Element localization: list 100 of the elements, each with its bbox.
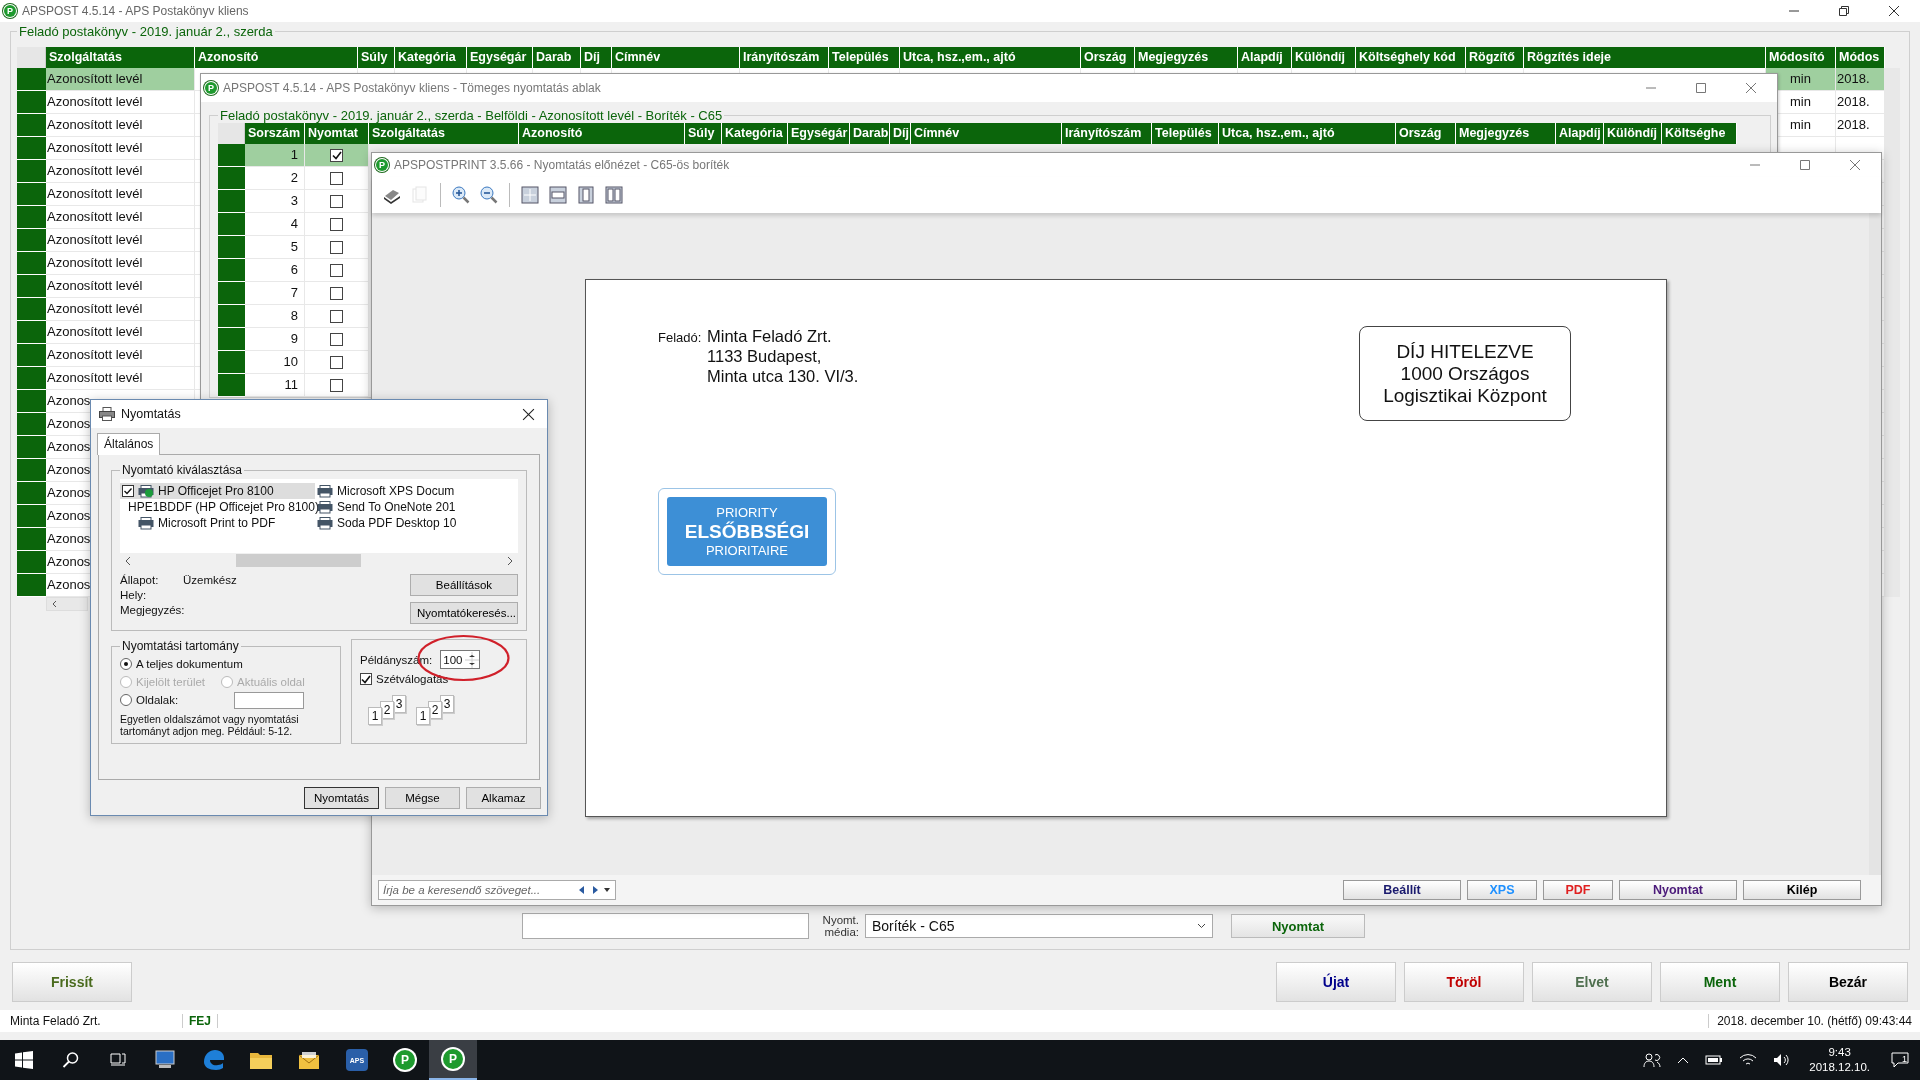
- settings-button[interactable]: Beállítások: [410, 574, 518, 596]
- clock-time[interactable]: 9:43: [1828, 1045, 1851, 1060]
- column-header[interactable]: Költséghe: [1662, 123, 1737, 144]
- column-header[interactable]: Címnév: [911, 123, 1062, 144]
- preview-button[interactable]: Kilép: [1743, 880, 1861, 900]
- column-header[interactable]: Súly: [358, 47, 395, 68]
- navigation-arrows-icon[interactable]: [579, 886, 611, 894]
- row-header[interactable]: [17, 114, 46, 137]
- row-header[interactable]: [218, 282, 245, 305]
- vertical-scrollbar[interactable]: [1869, 213, 1881, 875]
- column-header[interactable]: Egységár: [788, 123, 850, 144]
- column-header[interactable]: Azonosító: [195, 47, 358, 68]
- row-header[interactable]: [17, 275, 46, 298]
- scroll-left-icon[interactable]: [51, 600, 57, 608]
- folder-icon[interactable]: [249, 1050, 273, 1070]
- print-checkbox[interactable]: [330, 240, 343, 254]
- row-header[interactable]: [17, 298, 46, 321]
- row-header[interactable]: [218, 374, 245, 397]
- print-checkbox[interactable]: [330, 194, 343, 208]
- row-header[interactable]: [17, 160, 46, 183]
- column-header[interactable]: Rögzítés ideje: [1524, 47, 1766, 68]
- row-header[interactable]: [17, 436, 46, 459]
- action-button[interactable]: Újat: [1276, 962, 1396, 1002]
- zoom-out-icon[interactable]: [479, 185, 499, 205]
- row-header[interactable]: [17, 482, 46, 505]
- refresh-button[interactable]: Frissít: [12, 962, 132, 1002]
- print-checkbox[interactable]: [330, 309, 343, 323]
- row-header[interactable]: [17, 137, 46, 160]
- row-header[interactable]: [218, 236, 245, 259]
- column-header[interactable]: Darab: [850, 123, 890, 144]
- row-header[interactable]: [17, 91, 46, 114]
- two-pages-icon[interactable]: [604, 185, 624, 205]
- default-checkbox[interactable]: [122, 485, 134, 497]
- column-header[interactable]: Módos: [1836, 47, 1885, 68]
- volume-icon[interactable]: [1773, 1053, 1792, 1067]
- row-header[interactable]: [17, 252, 46, 275]
- start-icon[interactable]: [15, 1051, 33, 1069]
- row-header[interactable]: [17, 459, 46, 482]
- row-header[interactable]: [218, 213, 245, 236]
- column-header[interactable]: Megjegyzés: [1456, 123, 1556, 144]
- preview-button[interactable]: Nyomtat: [1619, 880, 1737, 900]
- column-header[interactable]: Módosító: [1766, 47, 1836, 68]
- column-header[interactable]: Irányítószám: [740, 47, 829, 68]
- vertical-scrollbar[interactable]: [1885, 68, 1900, 597]
- spinner-icon[interactable]: [465, 651, 480, 668]
- chevron-up-icon[interactable]: [1677, 1056, 1690, 1064]
- column-header[interactable]: Különdíj: [1604, 123, 1662, 144]
- action-button[interactable]: Töröl: [1404, 962, 1524, 1002]
- fit-page-icon[interactable]: [520, 185, 540, 205]
- column-header[interactable]: Díj: [581, 47, 612, 68]
- column-header[interactable]: Egységár: [467, 47, 533, 68]
- radio-option[interactable]: Oldalak:: [120, 694, 179, 706]
- column-header[interactable]: Sorszám: [245, 123, 305, 144]
- restore-icon[interactable]: [1838, 5, 1850, 17]
- input-field[interactable]: [522, 913, 809, 939]
- monitor-icon[interactable]: [153, 1049, 177, 1071]
- print-checkbox[interactable]: [330, 148, 343, 162]
- column-header[interactable]: Darab: [533, 47, 581, 68]
- row-header[interactable]: [17, 574, 46, 597]
- column-header[interactable]: Irányítószám: [1062, 123, 1152, 144]
- collate-checkbox[interactable]: Szétválogatás: [360, 673, 449, 685]
- notification-icon[interactable]: [1891, 1052, 1909, 1068]
- column-header[interactable]: Utca, hsz.,em., ajtó: [1219, 123, 1396, 144]
- row-header[interactable]: [17, 367, 46, 390]
- print-checkbox[interactable]: [330, 286, 343, 300]
- preview-button[interactable]: PDF: [1543, 880, 1613, 900]
- printer-item[interactable]: HP Officejet Pro 8100: [120, 483, 315, 499]
- row-header[interactable]: [17, 551, 46, 574]
- wifi-icon[interactable]: [1739, 1053, 1758, 1067]
- mail-icon[interactable]: [297, 1050, 321, 1070]
- column-header[interactable]: Alapdíj: [1556, 123, 1604, 144]
- task-view-icon[interactable]: [109, 1051, 127, 1069]
- pages-field[interactable]: [234, 691, 305, 709]
- row-header[interactable]: [17, 68, 46, 91]
- row-header[interactable]: [17, 528, 46, 551]
- find-printer-button[interactable]: Nyomtatókeresés...: [410, 602, 518, 624]
- action-button[interactable]: Bezár: [1788, 962, 1908, 1002]
- browser-icon[interactable]: [201, 1048, 225, 1072]
- row-header[interactable]: [17, 183, 46, 206]
- row-header[interactable]: [218, 351, 245, 374]
- maximize-icon[interactable]: [1695, 82, 1707, 94]
- column-header[interactable]: Címnév: [612, 47, 740, 68]
- dialog-button[interactable]: Nyomtatás: [304, 787, 379, 809]
- column-header[interactable]: Szolgáltatás: [369, 123, 519, 144]
- clock-date[interactable]: 2018.12.10.: [1809, 1060, 1870, 1075]
- horizontal-scrollbar[interactable]: [46, 597, 88, 611]
- column-header[interactable]: Azonosító: [519, 123, 685, 144]
- print-checkbox[interactable]: [330, 378, 343, 392]
- column-header[interactable]: Megjegyzés: [1135, 47, 1238, 68]
- row-header[interactable]: [17, 344, 46, 367]
- media-select[interactable]: Boríték - C65: [865, 914, 1213, 938]
- printer-item[interactable]: Soda PDF Desktop 10: [315, 515, 515, 531]
- column-header[interactable]: Súly: [685, 123, 722, 144]
- maximize-icon[interactable]: [1799, 159, 1811, 171]
- row-header[interactable]: [218, 144, 245, 167]
- row-header[interactable]: [218, 167, 245, 190]
- column-header[interactable]: Szolgáltatás: [46, 47, 195, 68]
- print-checkbox[interactable]: [330, 217, 343, 231]
- tab[interactable]: Általános: [97, 433, 161, 455]
- column-header[interactable]: Utca, hsz.,em., ajtó: [900, 47, 1081, 68]
